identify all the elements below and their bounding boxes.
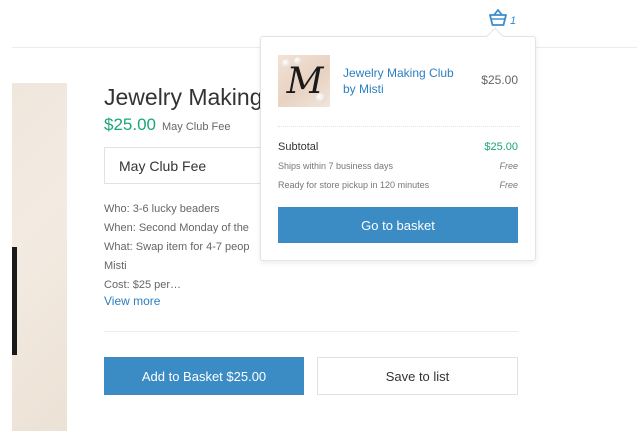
description-line: Who: 3-6 lucky beaders xyxy=(104,203,220,215)
go-to-basket-button[interactable]: Go to basket xyxy=(278,207,518,243)
cart-button[interactable]: 1 xyxy=(487,7,516,29)
monogram-logo: M xyxy=(286,61,324,102)
cart-count-badge: 1 xyxy=(510,15,517,27)
pickup-label: Ready for store pickup in 120 minutes xyxy=(278,180,430,190)
option-select[interactable]: May Club Fee xyxy=(104,147,274,184)
section-divider xyxy=(104,331,518,332)
product-image-detail xyxy=(12,247,17,355)
description-line: Cost: $25 per… xyxy=(104,279,182,291)
subtotal-row: Subtotal $25.00 xyxy=(278,141,518,153)
add-to-basket-button[interactable]: Add to Basket $25.00 xyxy=(104,357,304,395)
shipping-value: Free xyxy=(499,161,518,171)
pickup-row: Ready for store pickup in 120 minutes Fr… xyxy=(278,180,518,190)
product-image[interactable] xyxy=(12,83,67,431)
product-page: 1 Jewelry Making Club by Misti $25.00 Ma… xyxy=(0,0,637,431)
cart-item-name-link[interactable]: Jewelry Making Club by Misti xyxy=(343,65,463,97)
cart-divider xyxy=(278,126,520,127)
description-line: When: Second Monday of the xyxy=(104,222,249,234)
cart-item-price: $25.00 xyxy=(481,73,518,87)
pickup-value: Free xyxy=(499,180,518,190)
cart-item-thumbnail[interactable]: M xyxy=(278,55,330,107)
subtotal-label: Subtotal xyxy=(278,141,319,153)
price-row: $25.00 May Club Fee xyxy=(104,115,230,135)
product-description: Who: 3-6 lucky beaders When: Second Mond… xyxy=(104,200,264,295)
description-line: What: Swap item for 4-7 peop xyxy=(104,241,250,253)
view-more-link[interactable]: View more xyxy=(104,294,160,308)
mini-cart-dropdown: M Jewelry Making Club by Misti $25.00 Su… xyxy=(260,27,536,261)
description-line: Misti xyxy=(104,260,127,272)
save-to-list-button[interactable]: Save to list xyxy=(317,357,518,395)
dropdown-arrow xyxy=(486,27,504,45)
shipping-row: Ships within 7 business days Free xyxy=(278,161,518,171)
basket-icon xyxy=(487,8,509,28)
shipping-label: Ships within 7 business days xyxy=(278,161,394,171)
price-label: May Club Fee xyxy=(162,121,231,133)
subtotal-value: $25.00 xyxy=(484,141,518,153)
product-price: $25.00 xyxy=(104,115,156,134)
